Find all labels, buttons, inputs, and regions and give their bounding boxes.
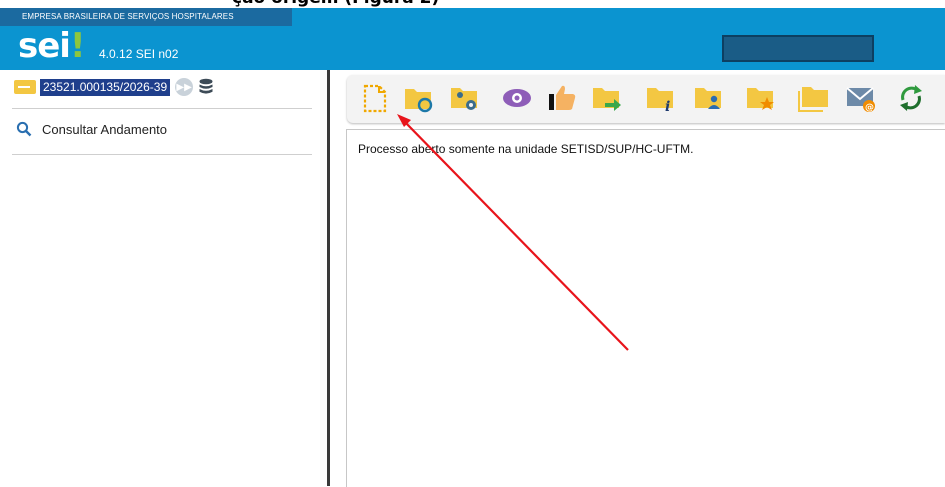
process-toolbar: i @ [347, 75, 945, 123]
email-icon[interactable]: @ [845, 83, 877, 113]
process-number[interactable]: 23521.000135/2026-39 [40, 78, 171, 96]
logo-mark: ! [69, 26, 85, 66]
process-info-icon[interactable]: i [645, 83, 677, 113]
svg-text:i: i [665, 99, 670, 113]
send-process-icon[interactable] [547, 83, 579, 113]
view-icon[interactable] [501, 83, 533, 113]
fast-forward-icon[interactable]: ▶▶ [175, 78, 194, 96]
svg-text:@: @ [865, 103, 874, 113]
org-bar: EMPRESA BRASILEIRA DE SERVIÇOS HOSPITALA… [0, 8, 292, 26]
sei-logo[interactable]: sei! [18, 26, 85, 66]
highlight-icon[interactable] [745, 83, 777, 113]
document-heading-fragment: ção origem (Figura 2) [0, 0, 945, 8]
search-icon [16, 121, 32, 137]
unit-selector[interactable] [722, 35, 874, 62]
new-document-icon[interactable] [359, 83, 391, 113]
sidebar-divider [12, 154, 312, 155]
consult-history-link[interactable]: Consultar Andamento [16, 121, 167, 137]
assign-process-icon[interactable] [449, 83, 481, 113]
sidebar-divider [12, 108, 312, 109]
folder-icon [14, 80, 36, 94]
assign-user-icon[interactable] [693, 83, 725, 113]
refresh-icon[interactable] [895, 83, 927, 113]
org-name: EMPRESA BRASILEIRA DE SERVIÇOS HOSPITALA… [22, 12, 234, 21]
logo-text: sei [18, 26, 71, 66]
process-tree-item[interactable]: 23521.000135/2026-39 ▶▶ [14, 78, 214, 96]
conclude-process-icon[interactable] [797, 83, 829, 113]
database-icon[interactable] [198, 78, 214, 96]
consult-history-label[interactable]: Consultar Andamento [42, 122, 167, 137]
process-content-area: Processo aberto somente na unidade SETIS… [346, 129, 945, 487]
process-status-text: Processo aberto somente na unidade SETIS… [358, 142, 694, 156]
version-label: 4.0.12 SEI n02 [99, 47, 179, 61]
header-bar: EMPRESA BRASILEIRA DE SERVIÇOS HOSPITALA… [0, 8, 945, 70]
panel-divider[interactable] [327, 70, 330, 486]
process-relation-icon[interactable] [403, 83, 435, 113]
update-process-icon[interactable] [591, 83, 623, 113]
